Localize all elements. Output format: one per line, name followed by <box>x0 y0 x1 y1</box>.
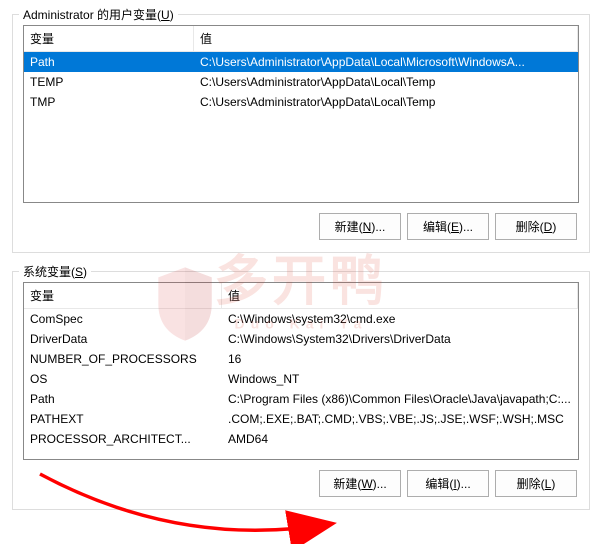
table-row[interactable]: PathC:\Users\Administrator\AppData\Local… <box>24 52 578 72</box>
var-value-cell: C:\Users\Administrator\AppData\Local\Tem… <box>194 93 578 111</box>
user-buttons-row: 新建(N)... 编辑(E)... 删除(D) <box>25 213 577 240</box>
var-name-cell: TMP <box>24 93 194 111</box>
var-name-cell: DriverData <box>24 330 222 348</box>
system-variables-label: 系统变量(S) <box>19 263 91 280</box>
list-header: 变量 值 <box>24 283 578 309</box>
table-row[interactable]: OSWindows_NT <box>24 369 578 389</box>
column-header-value[interactable]: 值 <box>194 26 578 51</box>
system-new-button[interactable]: 新建(W)... <box>319 470 401 497</box>
var-name-cell: OS <box>24 370 222 388</box>
var-name-cell: PATHEXT <box>24 410 222 428</box>
var-value-cell: .COM;.EXE;.BAT;.CMD;.VBS;.VBE;.JS;.JSE;.… <box>222 410 578 428</box>
system-variables-list[interactable]: 变量 值 ComSpecC:\Windows\system32\cmd.exeD… <box>23 282 579 460</box>
var-value-cell: AMD64 <box>222 430 578 448</box>
var-value-cell: Windows_NT <box>222 370 578 388</box>
var-value-cell: C:\Users\Administrator\AppData\Local\Tem… <box>194 73 578 91</box>
table-row[interactable]: TMPC:\Users\Administrator\AppData\Local\… <box>24 92 578 112</box>
table-row[interactable]: NUMBER_OF_PROCESSORS16 <box>24 349 578 369</box>
var-name-cell: ComSpec <box>24 310 222 328</box>
system-edit-button[interactable]: 编辑(I)... <box>407 470 489 497</box>
var-value-cell: C:\Windows\system32\cmd.exe <box>222 310 578 328</box>
column-header-value[interactable]: 值 <box>222 283 578 308</box>
table-row[interactable]: DriverDataC:\Windows\System32\Drivers\Dr… <box>24 329 578 349</box>
var-value-cell: C:\Program Files (x86)\Common Files\Orac… <box>222 390 578 408</box>
user-edit-button[interactable]: 编辑(E)... <box>407 213 489 240</box>
var-name-cell: Path <box>24 53 194 71</box>
table-row[interactable]: PATHEXT.COM;.EXE;.BAT;.CMD;.VBS;.VBE;.JS… <box>24 409 578 429</box>
user-variables-list[interactable]: 变量 值 PathC:\Users\Administrator\AppData\… <box>23 25 579 203</box>
table-row[interactable]: ComSpecC:\Windows\system32\cmd.exe <box>24 309 578 329</box>
column-header-name[interactable]: 变量 <box>24 26 194 51</box>
var-name-cell: PROCESSOR_ARCHITECT... <box>24 430 222 448</box>
table-row[interactable]: PathC:\Program Files (x86)\Common Files\… <box>24 389 578 409</box>
user-variables-label: Administrator 的用户变量(U) <box>19 6 178 23</box>
var-name-cell: NUMBER_OF_PROCESSORS <box>24 350 222 368</box>
table-row[interactable]: TEMPC:\Users\Administrator\AppData\Local… <box>24 72 578 92</box>
list-header: 变量 值 <box>24 26 578 52</box>
var-value-cell: 16 <box>222 350 578 368</box>
table-row[interactable]: PROCESSOR_ARCHITECT...AMD64 <box>24 429 578 449</box>
user-delete-button[interactable]: 删除(D) <box>495 213 577 240</box>
var-value-cell: C:\Users\Administrator\AppData\Local\Mic… <box>194 53 578 71</box>
system-buttons-row: 新建(W)... 编辑(I)... 删除(L) <box>25 470 577 497</box>
var-name-cell: TEMP <box>24 73 194 91</box>
user-new-button[interactable]: 新建(N)... <box>319 213 401 240</box>
system-variables-group: 系统变量(S) 变量 值 ComSpecC:\Windows\system32\… <box>12 271 590 510</box>
user-variables-group: Administrator 的用户变量(U) 变量 值 PathC:\Users… <box>12 14 590 253</box>
column-header-name[interactable]: 变量 <box>24 283 222 308</box>
var-value-cell: C:\Windows\System32\Drivers\DriverData <box>222 330 578 348</box>
var-name-cell: Path <box>24 390 222 408</box>
system-delete-button[interactable]: 删除(L) <box>495 470 577 497</box>
